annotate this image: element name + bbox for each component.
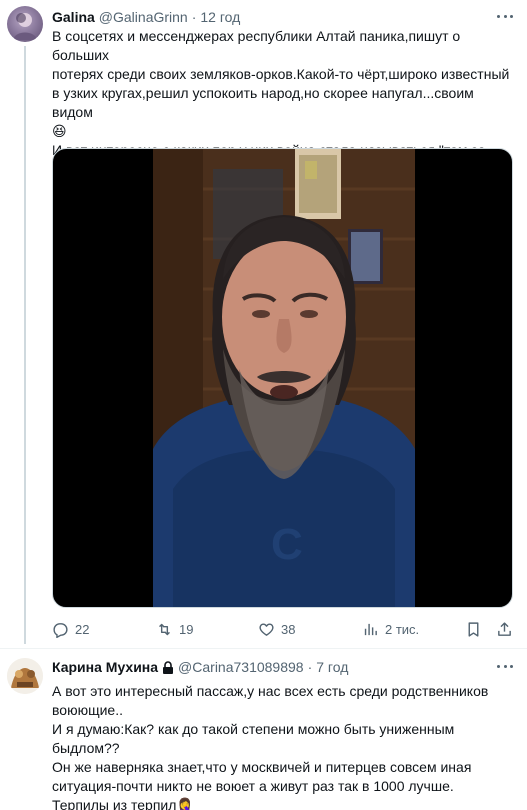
- retweet-button[interactable]: 19: [156, 618, 193, 640]
- timestamp[interactable]: 7 год: [316, 659, 348, 675]
- like-button[interactable]: 38: [258, 618, 295, 640]
- views-icon: [364, 623, 377, 635]
- author-name[interactable]: Galina: [52, 9, 95, 25]
- avatar[interactable]: [7, 658, 43, 694]
- more-icon[interactable]: [495, 656, 515, 676]
- more-icon[interactable]: [495, 6, 515, 26]
- tweet-text: А вот это интересный пассаж,у нас всех е…: [52, 683, 489, 810]
- author-handle[interactable]: @GalinaGrinn: [99, 9, 188, 25]
- separator-dot: ·: [307, 659, 313, 675]
- bookmark-button[interactable]: [465, 618, 482, 640]
- tweet[interactable]: Galina @GalinaGrinn · 12 год В соцсетях …: [0, 0, 527, 648]
- timestamp[interactable]: 12 год: [200, 9, 240, 25]
- bookmark-icon: [468, 621, 479, 637]
- views-count: 2 тис.: [385, 621, 420, 637]
- svg-text:C: C: [271, 520, 303, 569]
- tweet-header: Карина Мухина @Carina731089898 · 7 год: [52, 657, 348, 677]
- lock-icon: [162, 660, 174, 674]
- author-name[interactable]: Карина Мухина: [52, 659, 158, 675]
- video-frame: C: [153, 149, 415, 607]
- avatar[interactable]: [7, 6, 43, 42]
- views-button[interactable]: 2 тис.: [362, 618, 419, 640]
- author-handle[interactable]: @Carina731089898: [178, 659, 304, 675]
- retweet-icon: [159, 623, 170, 635]
- thread-line: [24, 46, 26, 644]
- heart-icon: [259, 622, 274, 636]
- separator-dot: ·: [191, 9, 197, 25]
- share-icon: [498, 621, 511, 636]
- share-button[interactable]: [496, 618, 513, 640]
- tweet-header: Galina @GalinaGrinn · 12 год: [52, 7, 240, 27]
- reply-count: 22: [75, 621, 90, 637]
- retweet-count: 19: [179, 621, 194, 637]
- video-player[interactable]: C: [52, 148, 513, 608]
- reply-icon: [53, 622, 68, 638]
- tweet-actions: 22 19 38 2 тис.: [52, 618, 513, 640]
- like-count: 38: [281, 621, 296, 637]
- reply-button[interactable]: 22: [52, 618, 89, 640]
